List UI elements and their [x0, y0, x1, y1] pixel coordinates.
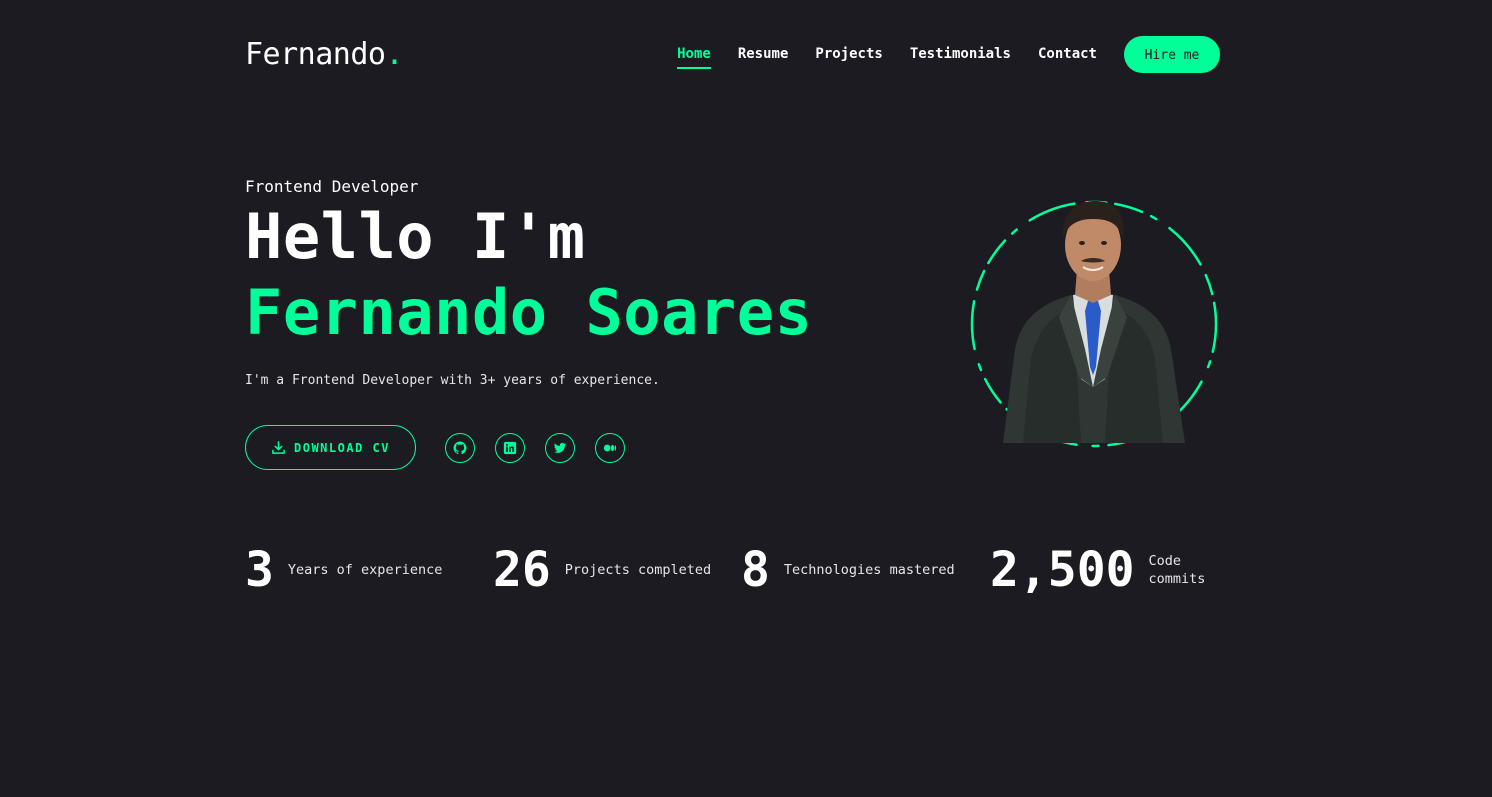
- main-nav: Home Resume Projects Testimonials Contac…: [677, 44, 1097, 69]
- hero-name: Fernando Soares: [245, 276, 813, 349]
- stat-experience: 3 Years of experience: [245, 538, 442, 602]
- nav-item-home[interactable]: Home: [677, 44, 711, 69]
- github-link[interactable]: [445, 433, 475, 463]
- stat-label: Technologies mastered: [783, 562, 955, 578]
- nav-item-contact[interactable]: Contact: [1038, 44, 1097, 64]
- hero-intro: I'm a Frontend Developer with 3+ years o…: [245, 373, 660, 388]
- stat-value: 2,500: [990, 542, 1135, 598]
- stats-row: 3 Years of experience 26 Projects comple…: [245, 538, 1220, 602]
- page: Fernando. Home Resume Projects Testimoni…: [245, 0, 1220, 797]
- hero-greeting: Hello I'm: [245, 200, 586, 273]
- download-cv-button[interactable]: DOWNLOAD CV: [245, 425, 416, 470]
- nav-item-projects[interactable]: Projects: [815, 44, 882, 64]
- stat-label: Years of experience: [287, 562, 443, 578]
- nav-item-testimonials[interactable]: Testimonials: [910, 44, 1011, 64]
- stat-technologies: 8 Technologies mastered: [741, 538, 955, 602]
- nav-item-resume[interactable]: Resume: [738, 44, 789, 64]
- logo-text: Fernando: [245, 37, 386, 72]
- hire-me-button[interactable]: Hire me: [1124, 36, 1220, 73]
- portrait-image: [1003, 201, 1185, 443]
- social-links: [445, 433, 625, 463]
- stat-commits: 2,500 Code commits: [990, 538, 1219, 602]
- stat-label: Code commits: [1148, 553, 1206, 587]
- hero-role: Frontend Developer: [245, 177, 419, 196]
- logo-dot: .: [385, 37, 404, 72]
- linkedin-link[interactable]: [495, 433, 525, 463]
- twitter-link[interactable]: [545, 433, 575, 463]
- download-cv-label: DOWNLOAD CV: [294, 440, 390, 455]
- profile-photo: [969, 199, 1219, 449]
- download-icon: [271, 440, 286, 455]
- logo[interactable]: Fernando.: [245, 37, 404, 73]
- linkedin-icon: [503, 441, 517, 455]
- stat-value: 3: [245, 542, 274, 598]
- stat-value: 8: [741, 542, 770, 598]
- stat-projects: 26 Projects completed: [493, 538, 711, 602]
- twitter-icon: [553, 442, 567, 453]
- medium-link[interactable]: [595, 433, 625, 463]
- github-icon: [453, 441, 467, 455]
- medium-icon: [603, 444, 617, 452]
- stat-label: Projects completed: [564, 562, 712, 578]
- site-header: Fernando. Home Resume Projects Testimoni…: [245, 36, 1220, 74]
- stat-value: 26: [493, 542, 551, 598]
